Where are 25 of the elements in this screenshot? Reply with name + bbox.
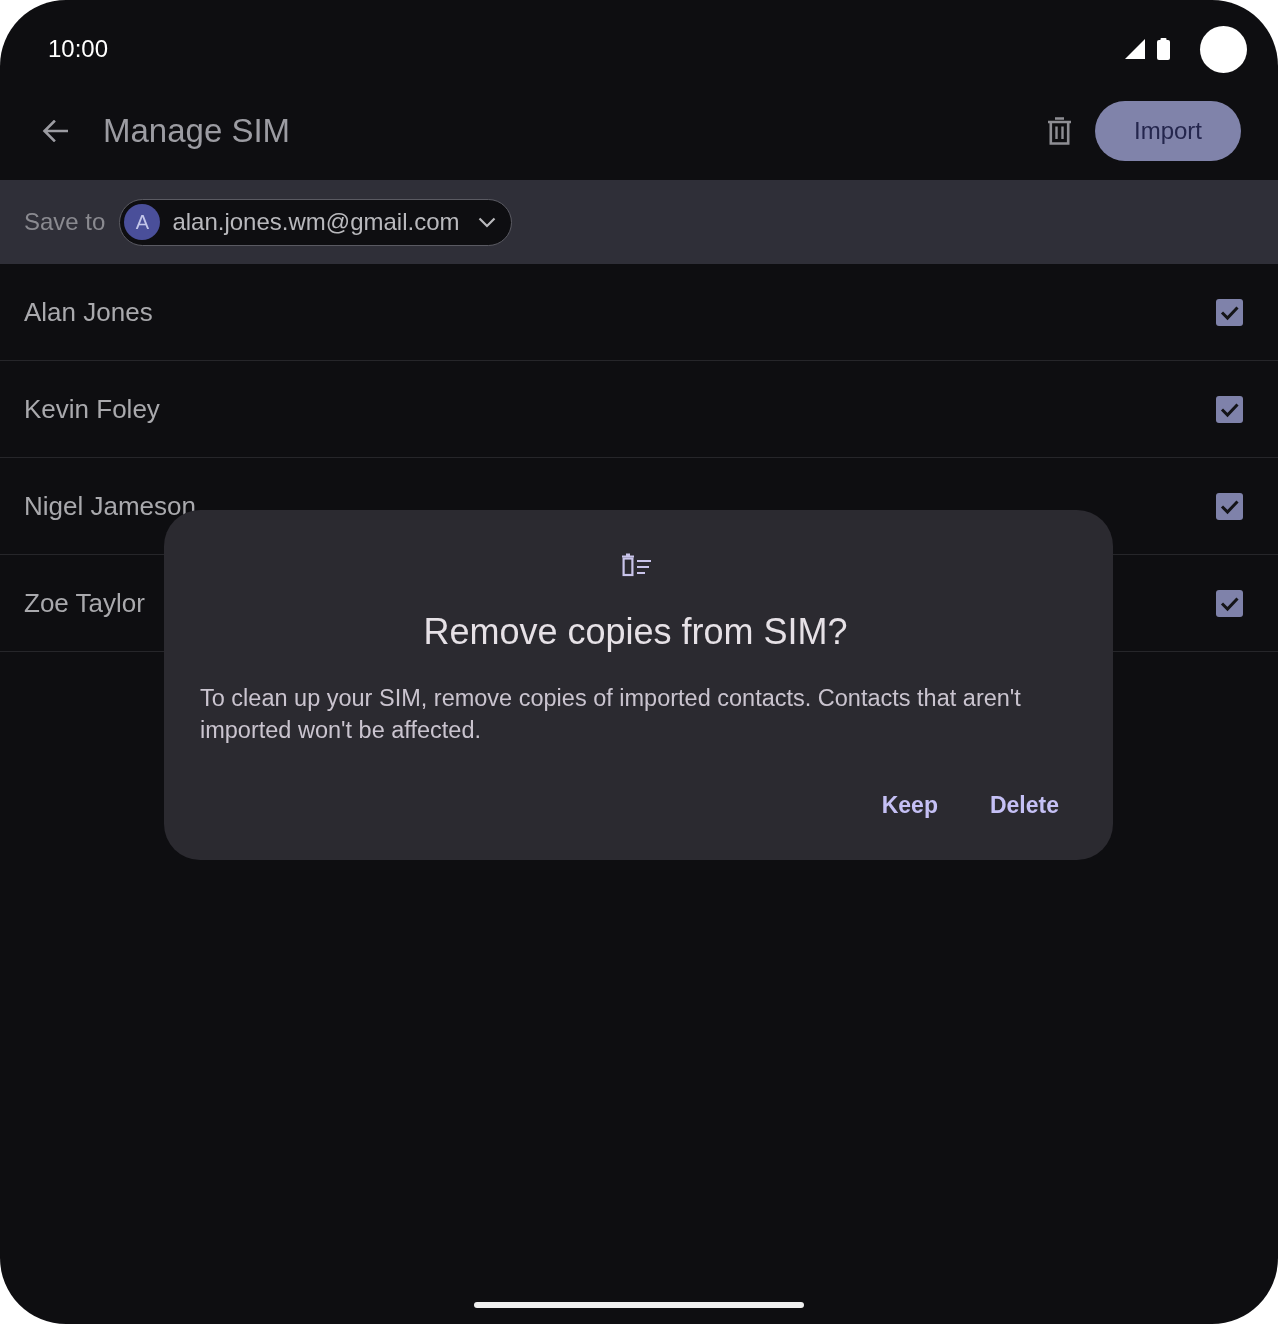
checkbox[interactable] — [1216, 298, 1243, 326]
import-button[interactable]: Import — [1095, 101, 1241, 161]
signal-icon — [1125, 39, 1145, 59]
contact-name: Alan Jones — [24, 296, 153, 328]
dialog-button[interactable]: Keep — [869, 781, 950, 829]
trash-icon[interactable] — [1047, 117, 1072, 145]
save-to-label: Save to — [24, 208, 106, 236]
screen-title: Manage SIM — [103, 112, 291, 150]
contact-name: Zoe Taylor — [24, 587, 145, 619]
dialog-title: Remove copies from SIM? — [423, 610, 848, 654]
trash-lines-icon — [619, 553, 652, 577]
dialog-button[interactable]: Delete — [977, 781, 1071, 829]
status-time: 10:00 — [48, 35, 109, 63]
contact-name: Kevin Foley — [24, 393, 160, 425]
checkbox[interactable] — [1216, 492, 1243, 520]
battery-icon — [1157, 38, 1170, 60]
back-arrow-icon[interactable] — [42, 120, 68, 142]
chevron-down-icon — [477, 216, 496, 228]
account-avatar: A — [124, 204, 161, 240]
camera-cutout-icon — [1200, 25, 1247, 73]
dialog-message: To clean up your SIM, remove copies of imported contacts. Contacts that aren't imported won't be affected. — [200, 684, 1022, 745]
contact-name: Nigel Jameson — [24, 490, 196, 522]
checkbox[interactable] — [1216, 589, 1243, 617]
checkbox[interactable] — [1216, 395, 1243, 423]
account-dropdown[interactable]: A alan.jones.wm@gmail.com — [119, 198, 512, 246]
